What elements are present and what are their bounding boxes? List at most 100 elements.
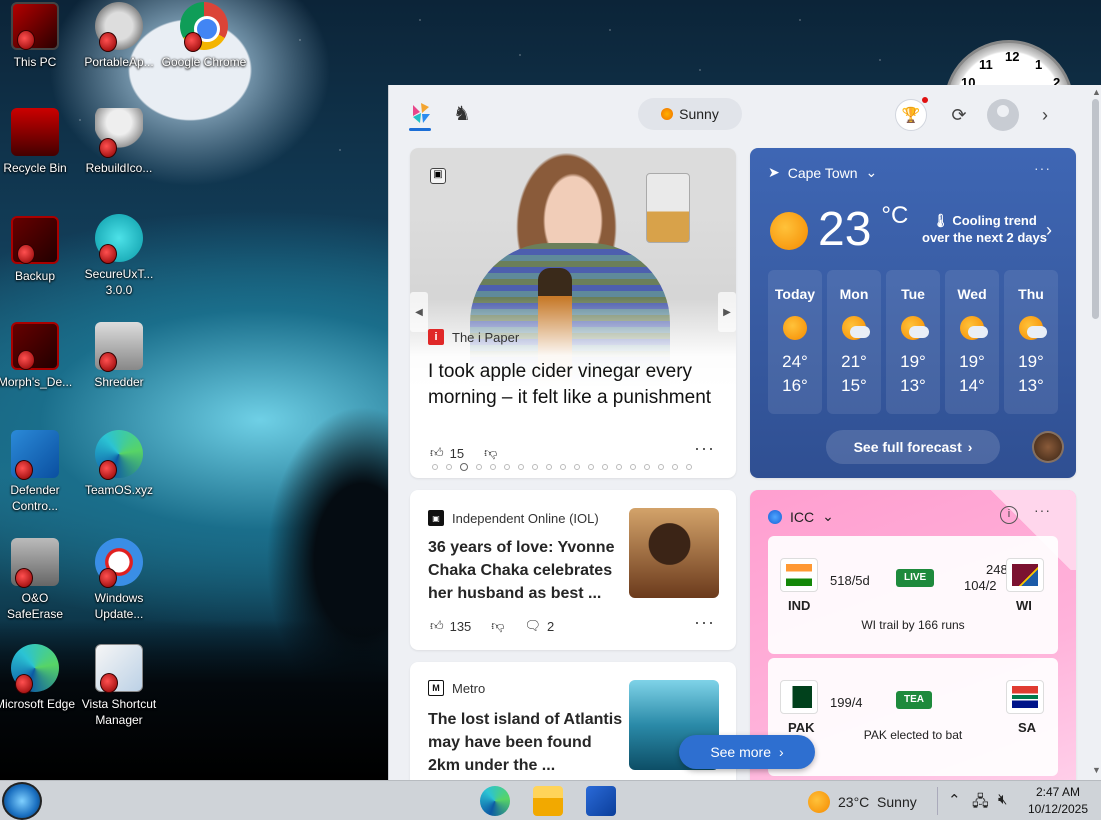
news-thumbnail[interactable] [629,508,719,598]
taskbar-file-explorer-icon[interactable] [533,786,563,816]
forecast-day[interactable]: Tue 19° 13° [886,270,940,414]
scrollbar-thumb[interactable] [1092,99,1099,319]
desktop-icon-backup[interactable]: Backup [0,216,78,284]
taskbar-store-icon[interactable] [586,786,616,816]
current-weather: 23 °C [770,200,908,260]
forecast-day-name: Wed [957,286,987,302]
desktop-icon-windows-update[interactable]: Windows Update... [76,538,162,622]
see-full-forecast-button[interactable]: See full forecast › [826,430,1000,464]
desktop-icon-rebuildicon[interactable]: RebuildIco... [76,108,162,176]
thumbs-down-icon[interactable]: 👎︎ [484,445,497,461]
desktop-icon-microsoft-edge[interactable]: Microsoft Edge [0,644,78,712]
rewards-trophy-icon[interactable]: 🏆 [895,97,928,131]
team-score: 248 [986,562,1008,577]
widgets-scrollbar[interactable]: ▲ ▼ [1089,85,1101,780]
more-options-icon[interactable]: ··· [694,612,715,633]
thumbs-up-icon[interactable]: 👍︎ [430,445,444,461]
thumbs-up-icon[interactable]: 👍︎ [430,618,444,634]
scroll-up-icon[interactable]: ▲ [1092,87,1101,97]
match-card[interactable]: IND 518/5d LIVE 248 104/2 WI WI trail by… [768,536,1058,654]
forecast-day[interactable]: Today 24° 16° [768,270,822,414]
desktop-icon-defender-control[interactable]: Defender Contro... [0,430,78,514]
carousel-next-button[interactable]: ▶ [718,292,736,332]
weather-trend[interactable]: 🌡︎ Cooling trend over the next 2 days [922,212,1047,246]
more-options-icon[interactable]: ··· [1034,160,1051,176]
weather-mini-thumbnail[interactable] [1032,431,1064,463]
more-options-icon[interactable]: ··· [694,438,715,459]
taskbar-weather[interactable]: 23°C Sunny [808,791,917,813]
weather-card[interactable]: ➤ Cape Town ⌄ ··· 23 °C 🌡︎ Cooling trend… [750,148,1076,478]
tray-divider [937,787,938,815]
desktop-icon-morphs-desktop[interactable]: Morph's_De... [0,322,78,390]
volume-muted-icon[interactable]: 🔇︎ [998,791,1007,808]
sun-icon [661,108,674,120]
cricket-globe-icon [768,509,782,524]
metro-logo-icon: M [428,680,444,696]
thermometer-icon: 🌡︎ [932,213,949,228]
match-note: PAK elected to bat [863,728,963,742]
desktop-icon-recycle-bin[interactable]: Recycle Bin [0,108,78,176]
sun-icon [770,212,808,250]
avatar[interactable] [987,99,1019,131]
icc-header[interactable]: ICC ⌄ [768,508,834,525]
network-icon[interactable]: 🖧︎ [972,791,989,816]
news-headline[interactable]: 36 years of love: Yvonne Chaka Chaka cel… [428,536,624,605]
desktop-icon-label: SecureUxT... 3.0.0 [84,267,154,297]
desktop-icon-label: Microsoft Edge [0,697,76,711]
safeerase-icon [11,538,59,588]
scroll-down-icon[interactable]: ▼ [1092,765,1101,775]
chevron-up-icon[interactable]: ⌃ [948,791,961,809]
desktop-icon-oo-safeerase[interactable]: O&O SafeErase [0,538,78,622]
desktop-icon-teamos[interactable]: TeamOS.xyz [76,430,162,498]
desktop-icon-this-pc[interactable]: This PC [0,2,78,70]
gallery-icon[interactable]: ▣ [430,168,446,184]
comment-icon[interactable]: 🗨︎ [525,618,542,634]
desktop-icon-label: Shredder [94,375,144,389]
status-badge: LIVE [896,569,935,587]
desktop-icon-label: Backup [14,269,56,283]
iol-logo-icon: ▣ [428,510,444,526]
news-headline[interactable]: The lost island of Atlantis may have bee… [428,708,624,777]
desktop-icon-google-chrome[interactable]: Google Chrome [161,2,247,70]
i-paper-logo-icon: i [428,329,444,345]
comment-count: 2 [547,618,555,634]
refresh-icon[interactable]: ⟳ [943,99,975,131]
clock-number: 1 [1035,57,1043,72]
forecast-day[interactable]: Mon 21° 15° [827,270,881,414]
info-icon[interactable]: i [1000,506,1018,524]
chess-knight-icon[interactable]: ♞ [453,101,471,126]
news-card[interactable]: ▣ Independent Online (IOL) 36 years of l… [410,490,736,650]
weather-pill[interactable]: Sunny [638,98,742,130]
clock-date: 10/12/2025 [1027,802,1089,816]
pakistan-flag-icon [780,680,818,714]
news-source-label: Independent Online (IOL) [452,510,599,526]
thumbs-down-icon[interactable]: 👎︎ [491,618,504,634]
hero-source[interactable]: i The i Paper [428,329,519,345]
news-source[interactable]: ▣ Independent Online (IOL) [428,510,599,526]
weather-pill-label: Sunny [679,106,719,122]
desktop-icon-vista-shortcut-manager[interactable]: Vista Shortcut Manager [76,644,162,728]
team-score-secondary: 104/2 [964,578,997,593]
widgets-topbar: ♞ Sunny 🏆 ⟳ › [389,85,1101,143]
backup-icon [11,216,59,264]
hero-news-card[interactable]: ▣ ◀ ▶ i The i Paper I took apple cider v… [410,148,736,478]
news-source[interactable]: M Metro [428,680,485,696]
desktop-icon-shredder[interactable]: Shredder [76,322,162,390]
weather-location[interactable]: ➤ Cape Town ⌄ [768,164,877,181]
chevron-right-icon[interactable]: › [1046,220,1052,241]
hero-headline[interactable]: I took apple cider vinegar every morning… [428,359,724,411]
chevron-right-icon[interactable]: › [1029,99,1061,131]
forecast-day[interactable]: Thu 19° 13° [1004,270,1058,414]
see-more-button[interactable]: See more › [679,735,815,769]
current-temp: 23 [818,203,872,256]
forecast-day[interactable]: Wed 19° 14° [945,270,999,414]
widgets-home-icon[interactable] [409,101,433,131]
start-button[interactable] [2,782,42,820]
taskbar-edge-icon[interactable] [480,786,510,816]
desktop-icon-portableapps[interactable]: PortableAp... [76,2,162,70]
more-options-icon[interactable]: ··· [1034,502,1051,518]
carousel-prev-button[interactable]: ◀ [410,292,428,332]
desktop-icon-secureux[interactable]: SecureUxT... 3.0.0 [76,214,162,298]
recycle-bin-icon [11,108,59,156]
taskbar-clock[interactable]: 2:47 AM 10/12/2025 [1027,784,1089,818]
